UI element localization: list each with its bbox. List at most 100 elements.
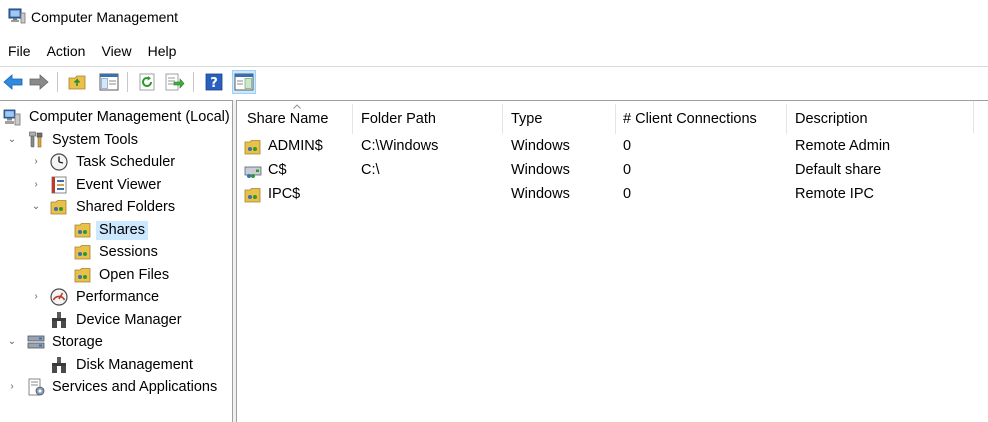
chevron-right-icon[interactable]: ›	[7, 382, 17, 392]
menu-bar: File Action View Help	[0, 40, 184, 64]
export-list-icon	[165, 73, 185, 91]
table-row[interactable]: C$ C:\ Windows 0 Default share	[237, 159, 977, 183]
table-row[interactable]: IPC$ Windows 0 Remote IPC	[237, 183, 977, 207]
toolbar-separator	[193, 72, 194, 92]
show-hide-tree-button[interactable]	[97, 70, 121, 94]
shared-folder-icon	[74, 223, 91, 238]
column-header-folder-path[interactable]: Folder Path	[361, 111, 436, 127]
column-header-type[interactable]: Type	[511, 111, 542, 127]
column-divider[interactable]	[615, 104, 616, 134]
column-divider[interactable]	[786, 104, 787, 134]
tree-item-label: Open Files	[99, 267, 170, 283]
refresh-button[interactable]	[136, 70, 160, 94]
up-folder-icon	[68, 75, 86, 90]
forward-button[interactable]	[27, 70, 51, 94]
svg-text:?: ?	[210, 76, 218, 91]
description-cell: Remote IPC	[795, 186, 874, 202]
chevron-down-icon[interactable]: ⌄	[31, 202, 41, 212]
help-button[interactable]: ?	[202, 70, 226, 94]
title-bar: Computer Management	[0, 0, 988, 36]
window-title: Computer Management	[31, 9, 179, 25]
tools-icon	[29, 131, 43, 148]
tree-item-label: Disk Management	[76, 357, 193, 373]
folder-path-cell: C:\	[361, 162, 380, 178]
chevron-down-icon[interactable]: ⌄	[7, 337, 17, 347]
tree-item-label: System Tools	[52, 132, 138, 148]
tree-item-system-tools[interactable]: ⌄ System Tools	[0, 129, 232, 151]
tree-item-label: Device Manager	[76, 312, 182, 328]
clock-icon	[50, 153, 68, 171]
menu-file[interactable]: File	[0, 40, 39, 64]
toolbar: ?	[0, 66, 988, 96]
column-divider[interactable]	[973, 101, 974, 133]
export-list-button[interactable]	[163, 70, 187, 94]
up-one-level-button[interactable]	[66, 70, 90, 94]
column-header-description[interactable]: Description	[795, 111, 868, 127]
client-connections-cell: 0	[623, 186, 632, 202]
type-cell: Windows	[511, 138, 570, 154]
client-connections-cell: 0	[623, 138, 632, 154]
client-connections-cell: 0	[623, 162, 632, 178]
column-header-client-connections[interactable]: # Client Connections	[623, 111, 757, 127]
column-divider[interactable]	[502, 104, 503, 134]
tree-item-device-manager[interactable]: Device Manager	[0, 309, 232, 331]
shared-drive-icon	[244, 166, 262, 178]
tree-item-shares[interactable]: Shares	[0, 219, 232, 241]
chevron-right-icon[interactable]: ›	[31, 292, 41, 302]
computer-management-icon	[3, 109, 21, 126]
device-manager-icon	[52, 312, 66, 328]
toolbar-separator	[57, 72, 58, 92]
description-cell: Default share	[795, 162, 882, 178]
tree-item-services-and-applications[interactable]: › Services and Applications	[0, 376, 232, 398]
console-tree: Computer Management (Local) ⌄ System Too…	[0, 100, 233, 422]
tree-item-label: Computer Management (Local)	[29, 109, 230, 125]
help-icon: ?	[205, 73, 223, 91]
tree-item-open-files[interactable]: Open Files	[0, 264, 232, 286]
tree-item-shared-folders[interactable]: ⌄ Shared Folders	[0, 196, 232, 218]
tree-item-label: Services and Applications	[52, 379, 218, 395]
tree-item-disk-management[interactable]: Disk Management	[0, 354, 232, 376]
tree-item-label: Event Viewer	[76, 177, 162, 193]
tree-item-sessions[interactable]: Sessions	[0, 241, 232, 263]
chevron-right-icon[interactable]: ›	[31, 180, 41, 190]
tree-item-label: Shared Folders	[76, 199, 176, 215]
toolbar-separator	[127, 72, 128, 92]
tree-item-label: Storage	[52, 334, 103, 350]
forward-icon	[29, 74, 49, 90]
shared-folder-icon	[244, 140, 261, 155]
chevron-right-icon[interactable]: ›	[31, 157, 41, 167]
type-cell: Windows	[511, 162, 570, 178]
tree-item-storage[interactable]: ⌄ Storage	[0, 331, 232, 353]
tree-item-label: Sessions	[99, 244, 158, 260]
share-name-cell: ADMIN$	[268, 138, 323, 154]
services-icon	[28, 378, 45, 396]
show-hide-action-pane-icon	[234, 73, 254, 91]
shared-folder-icon	[244, 188, 261, 203]
description-cell: Remote Admin	[795, 138, 891, 154]
back-icon	[3, 74, 23, 90]
share-name-cell: IPC$	[268, 186, 301, 202]
tree-item-label: Task Scheduler	[76, 154, 176, 170]
tree-item-event-viewer[interactable]: › Event Viewer	[0, 174, 232, 196]
menu-action[interactable]: Action	[39, 40, 94, 64]
shared-folder-icon	[74, 245, 91, 260]
tree-item-performance[interactable]: › Performance	[0, 286, 232, 308]
type-cell: Windows	[511, 186, 570, 202]
tree-item-label: Performance	[76, 289, 160, 305]
column-header-share-name[interactable]: Share Name	[247, 104, 328, 127]
menu-view[interactable]: View	[93, 40, 139, 64]
back-button[interactable]	[1, 70, 25, 94]
disk-management-icon	[52, 357, 66, 373]
chevron-down-icon[interactable]: ⌄	[7, 135, 17, 145]
column-divider[interactable]	[352, 104, 353, 134]
event-viewer-icon	[51, 176, 67, 194]
tree-item-computer-management[interactable]: Computer Management (Local)	[0, 106, 232, 128]
menu-help[interactable]: Help	[140, 40, 185, 64]
shared-folder-icon	[74, 268, 91, 283]
show-hide-action-pane-button[interactable]	[232, 70, 256, 94]
table-row[interactable]: ADMIN$ C:\Windows Windows 0 Remote Admin	[237, 135, 977, 159]
refresh-icon	[139, 73, 155, 91]
sort-ascending-icon	[293, 104, 301, 109]
storage-icon	[27, 335, 45, 349]
tree-item-task-scheduler[interactable]: › Task Scheduler	[0, 151, 232, 173]
